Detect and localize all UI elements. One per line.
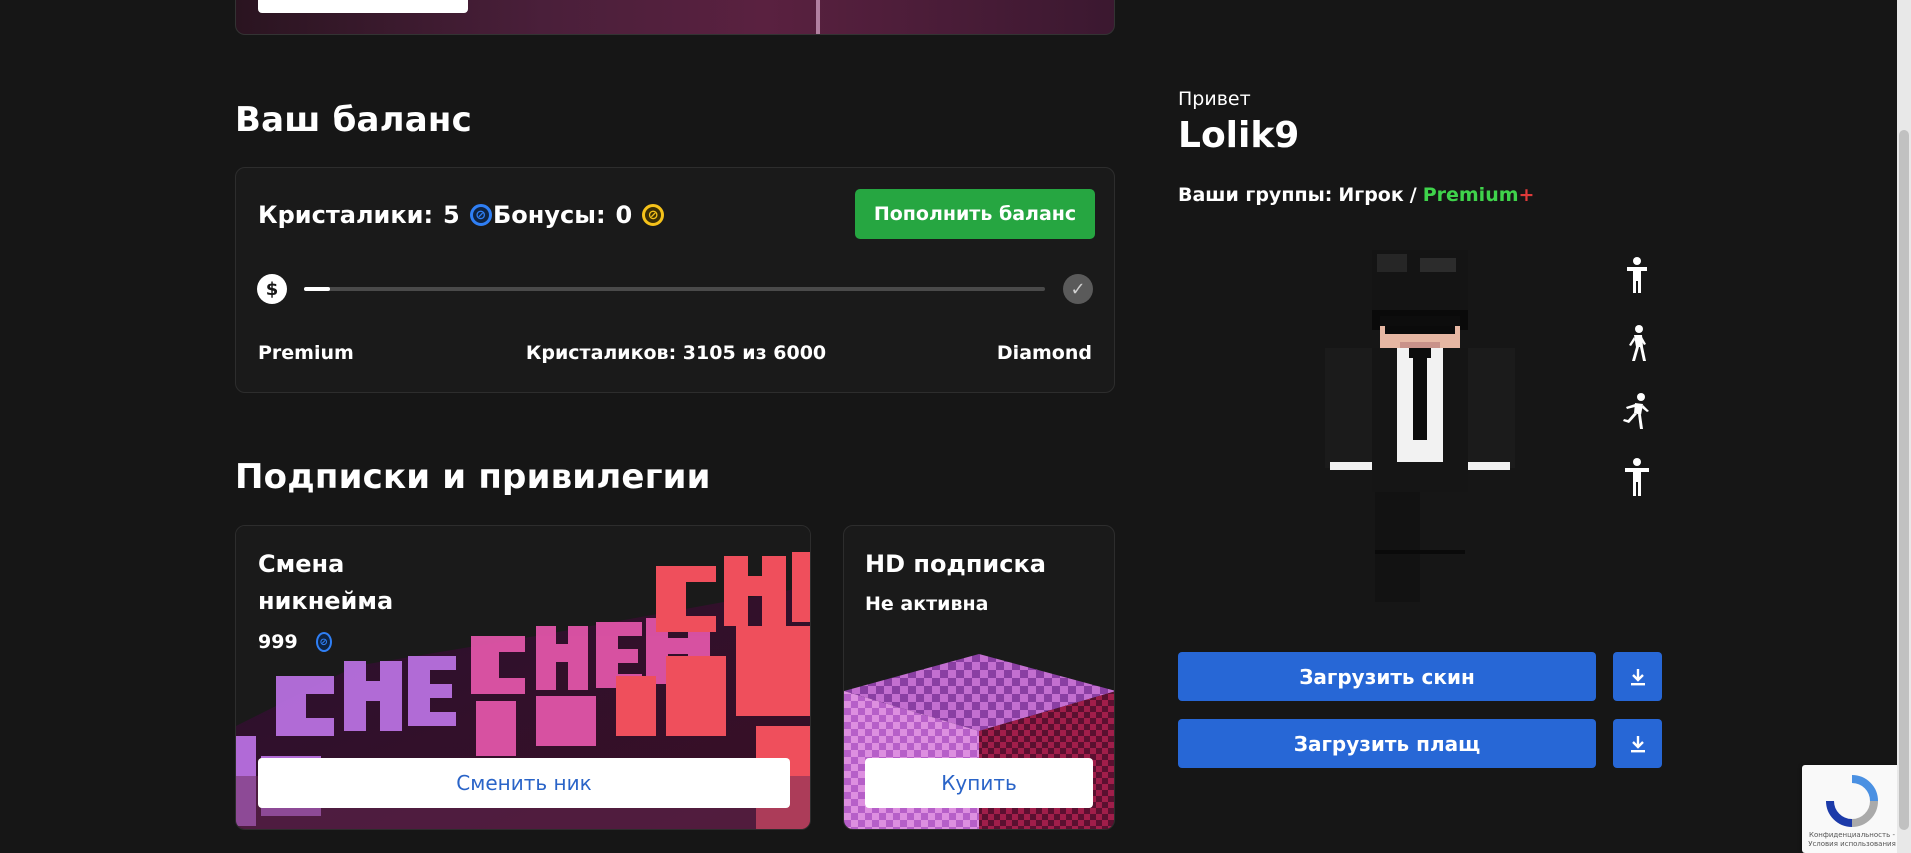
bonuses-label: Бонусы: [493,201,606,229]
download-skin-button[interactable] [1613,652,1662,701]
buy-hd-button[interactable]: Купить [865,758,1093,808]
pose-stand-icon[interactable] [1617,255,1657,295]
upload-skin-button[interactable]: Загрузить скин [1178,652,1596,701]
recaptcha-badge[interactable]: Конфиденциальность - Условия использован… [1802,765,1902,853]
dollar-icon: $ [257,274,287,304]
pose-run-icon[interactable] [1617,391,1657,431]
download-icon [1630,668,1645,685]
recaptcha-links[interactable]: Конфиденциальность - Условия использован… [1804,831,1900,849]
promo-banner [235,0,1115,35]
username: Lolik9 [1178,115,1300,156]
crystals-balance: Кристалики: 5 ⊘ [258,195,492,235]
download-cape-button[interactable] [1613,719,1662,768]
crystals-value: 5 [443,201,460,229]
user-groups: Ваши группы: Игрок / Premium+ [1178,184,1534,206]
balance-card: Кристалики: 5 ⊘ Бонусы: 0 ⊘ Пополнить ба… [235,167,1115,393]
hd-subscription-card: HD подписка Не активна Купить [843,525,1115,830]
nickname-price: 999 ⊘ [258,631,332,653]
nickname-change-card: Смена никнейма 999 ⊘ Сменить ник [235,525,811,830]
nickname-card-title: Смена никнейма [258,550,394,615]
pose-tpose-icon[interactable] [1617,457,1657,497]
skin-preview[interactable] [1325,250,1515,602]
balance-heading: Ваш баланс [235,100,472,140]
subscriptions-heading: Подписки и привилегии [235,457,711,497]
groups-separator: / [1409,184,1417,206]
group-premium: Premium+ [1422,184,1535,206]
recaptcha-icon [1826,775,1878,827]
hd-card-title: HD подписка [865,550,1046,578]
bonuses-value: 0 [615,201,633,229]
crystal-icon: ⊘ [315,632,332,652]
upload-cape-button[interactable]: Загрузить плащ [1178,719,1596,768]
crystal-icon: ⊘ [469,204,492,226]
pose-walk-icon[interactable] [1617,323,1657,363]
bonuses-balance: Бонусы: 0 ⊘ [493,195,665,235]
rank-progress-track [304,287,1045,291]
nickname-price-value: 999 [258,631,298,653]
greeting: Привет [1178,88,1251,110]
group-player: Игрок [1338,184,1404,206]
groups-label: Ваши группы: [1178,184,1333,206]
crystals-label: Кристалики: [258,201,434,229]
change-nickname-button[interactable]: Сменить ник [258,758,790,808]
check-icon: ✓ [1063,274,1093,304]
page-scrollbar-thumb[interactable] [1899,130,1909,830]
hd-status: Не активна [865,593,989,615]
rank-progress-fill [304,287,330,291]
banner-button[interactable] [258,0,468,13]
bonus-coin-icon: ⊘ [642,204,665,226]
download-icon [1630,735,1645,752]
next-rank: Diamond [996,342,1092,364]
rank-progress-text: Кристаликов: 3105 из 6000 [525,342,827,364]
topup-balance-button[interactable]: Пополнить баланс [855,189,1095,239]
